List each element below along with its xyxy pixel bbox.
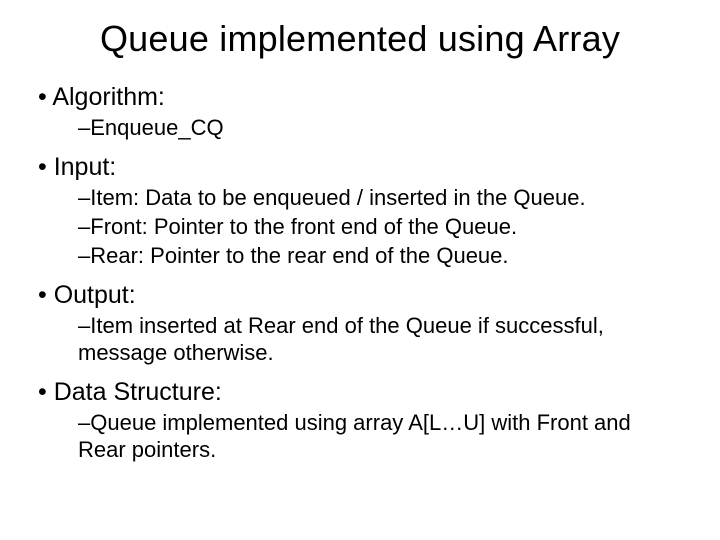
section-heading-algorithm: Algorithm:: [38, 82, 682, 113]
input-item: Item: Data to be enqueued / inserted in …: [78, 185, 682, 212]
section-heading-text: Output:: [54, 281, 136, 309]
slide: Queue implemented using Array Algorithm:…: [0, 0, 720, 540]
section-heading-text: Input:: [54, 153, 117, 181]
output-item-text: Item inserted at Rear end of the Queue i…: [78, 313, 604, 365]
input-item-text: Rear: Pointer to the rear end of the Que…: [90, 243, 508, 268]
slide-title: Queue implemented using Array: [38, 18, 682, 60]
output-item: Item inserted at Rear end of the Queue i…: [78, 313, 682, 367]
algorithm-item: Enqueue_CQ: [78, 115, 682, 142]
input-item: Front: Pointer to the front end of the Q…: [78, 214, 682, 241]
section-heading-input: Input:: [38, 152, 682, 183]
input-item-text: Item: Data to be enqueued / inserted in …: [90, 185, 585, 210]
section-heading-output: Output:: [38, 280, 682, 311]
algorithm-item-text: Enqueue_CQ: [90, 115, 223, 140]
data-structure-item-text: Queue implemented using array A[L…U] wit…: [78, 410, 631, 462]
section-heading-text: Data Structure:: [54, 378, 222, 406]
input-item-text: Front: Pointer to the front end of the Q…: [90, 214, 517, 239]
section-heading-data-structure: Data Structure:: [38, 377, 682, 408]
data-structure-item: Queue implemented using array A[L…U] wit…: [78, 410, 682, 464]
input-item: Rear: Pointer to the rear end of the Que…: [78, 243, 682, 270]
section-heading-text: Algorithm:: [52, 83, 165, 111]
